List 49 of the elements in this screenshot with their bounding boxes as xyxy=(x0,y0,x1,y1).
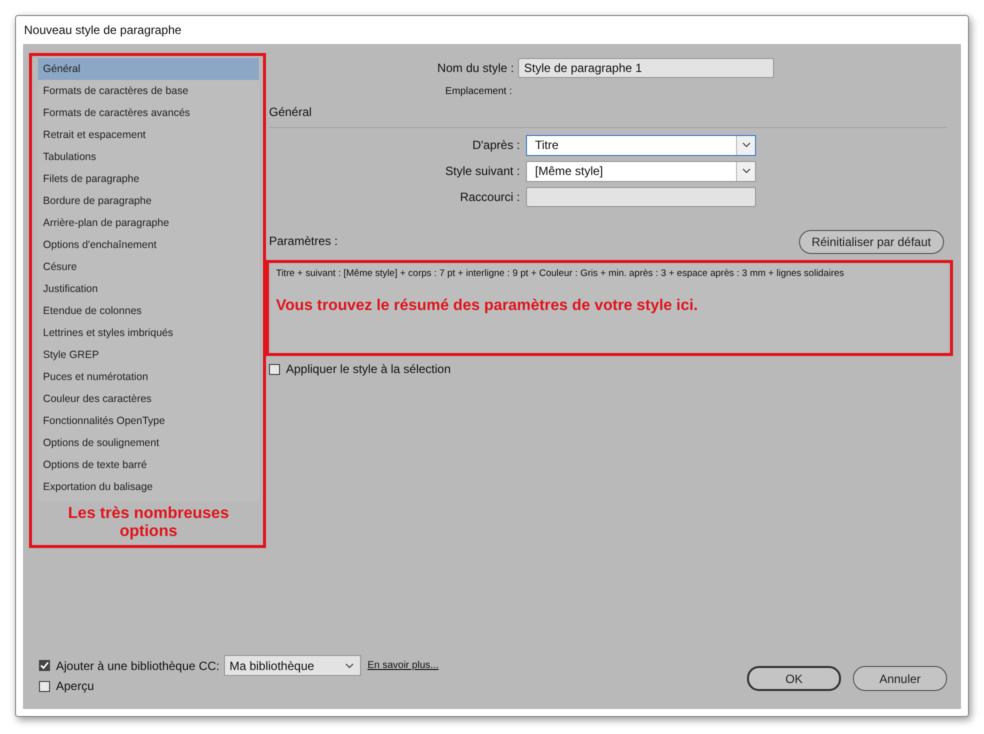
category-item[interactable]: Général xyxy=(38,58,259,80)
field-label: Raccourci : xyxy=(458,190,521,204)
checkbox[interactable] xyxy=(269,364,280,374)
category-item[interactable]: Exportation du balisage xyxy=(38,476,259,498)
style-dropdown[interactable]: Titre xyxy=(526,134,756,156)
category-item[interactable]: Justification xyxy=(38,278,259,300)
category-item[interactable]: Fonctionnalités OpenType xyxy=(38,410,259,432)
category-item[interactable]: Lettrines et styles imbriqués xyxy=(38,322,259,344)
category-item[interactable]: Options d'enchaînement xyxy=(38,234,259,256)
checkbox-label: Aperçu xyxy=(56,679,94,693)
checkbox[interactable] xyxy=(39,680,50,692)
settings-label: Paramètres : xyxy=(269,234,338,250)
shortcut-field[interactable] xyxy=(526,187,756,207)
category-item[interactable]: Bordure de paragraphe xyxy=(38,190,259,212)
category-item[interactable]: Etendue de colonnes xyxy=(38,300,259,322)
settings-summary: Titre + suivant : [Même style] + corps : 7 pt + interligne : 9 pt + Couleur : Gris + min. après : 3 + espace après : 3 mm + lignes solidaires xyxy=(276,268,846,279)
style-name-field[interactable]: Style de paragraphe 1 xyxy=(518,58,774,78)
category-item[interactable]: Puces et numérotation xyxy=(38,366,259,388)
chevron-down-icon xyxy=(742,168,750,174)
category-item[interactable]: Formats de caractères de base xyxy=(38,80,259,102)
category-item[interactable]: Formats de caractères avancés xyxy=(38,102,259,124)
annotation-text: Vous trouvez le résumé des paramètres de votre style ici. xyxy=(276,297,699,315)
learn-more-link[interactable]: En savoir plus... xyxy=(367,660,439,671)
category-item[interactable]: Style GREP xyxy=(38,344,259,366)
category-item[interactable]: Tabulations xyxy=(38,146,259,168)
field-label: Nom du style : xyxy=(436,61,515,75)
category-item[interactable]: Options de soulignement xyxy=(38,432,259,454)
category-item[interactable]: Retrait et espacement xyxy=(38,124,259,146)
style-dropdown[interactable]: [Même style] xyxy=(526,160,756,182)
checkbox-label: Appliquer le style à la sélection xyxy=(286,362,451,376)
checkbox[interactable] xyxy=(39,660,50,671)
category-item[interactable]: Options de texte barré xyxy=(38,454,259,476)
reset-button[interactable]: Réinitialiser par défaut xyxy=(798,230,944,254)
cancel-button[interactable]: Annuler xyxy=(853,666,947,691)
category-item[interactable]: Arrière-plan de paragraphe xyxy=(38,212,259,234)
field-label: D'après : xyxy=(471,138,521,152)
library-dropdown[interactable]: Ma bibliothèque xyxy=(224,655,362,676)
category-item[interactable]: Couleur des caractères xyxy=(38,388,259,410)
checkbox-label: Ajouter à une bibliothèque CC: xyxy=(56,658,220,672)
ok-button[interactable]: OK xyxy=(747,666,841,691)
field-label: Emplacement : xyxy=(444,86,512,96)
section-title: Général xyxy=(269,104,313,121)
category-item[interactable]: Filets de paragraphe xyxy=(38,168,259,190)
chevron-down-icon xyxy=(742,142,750,148)
annotation-text: Les très nombreuses options xyxy=(67,504,230,541)
window-title: Nouveau style de paragraphe xyxy=(24,23,182,37)
chevron-down-icon xyxy=(345,662,354,668)
category-item[interactable]: Césure xyxy=(38,256,259,278)
field-label: Style suivant : xyxy=(444,164,521,178)
